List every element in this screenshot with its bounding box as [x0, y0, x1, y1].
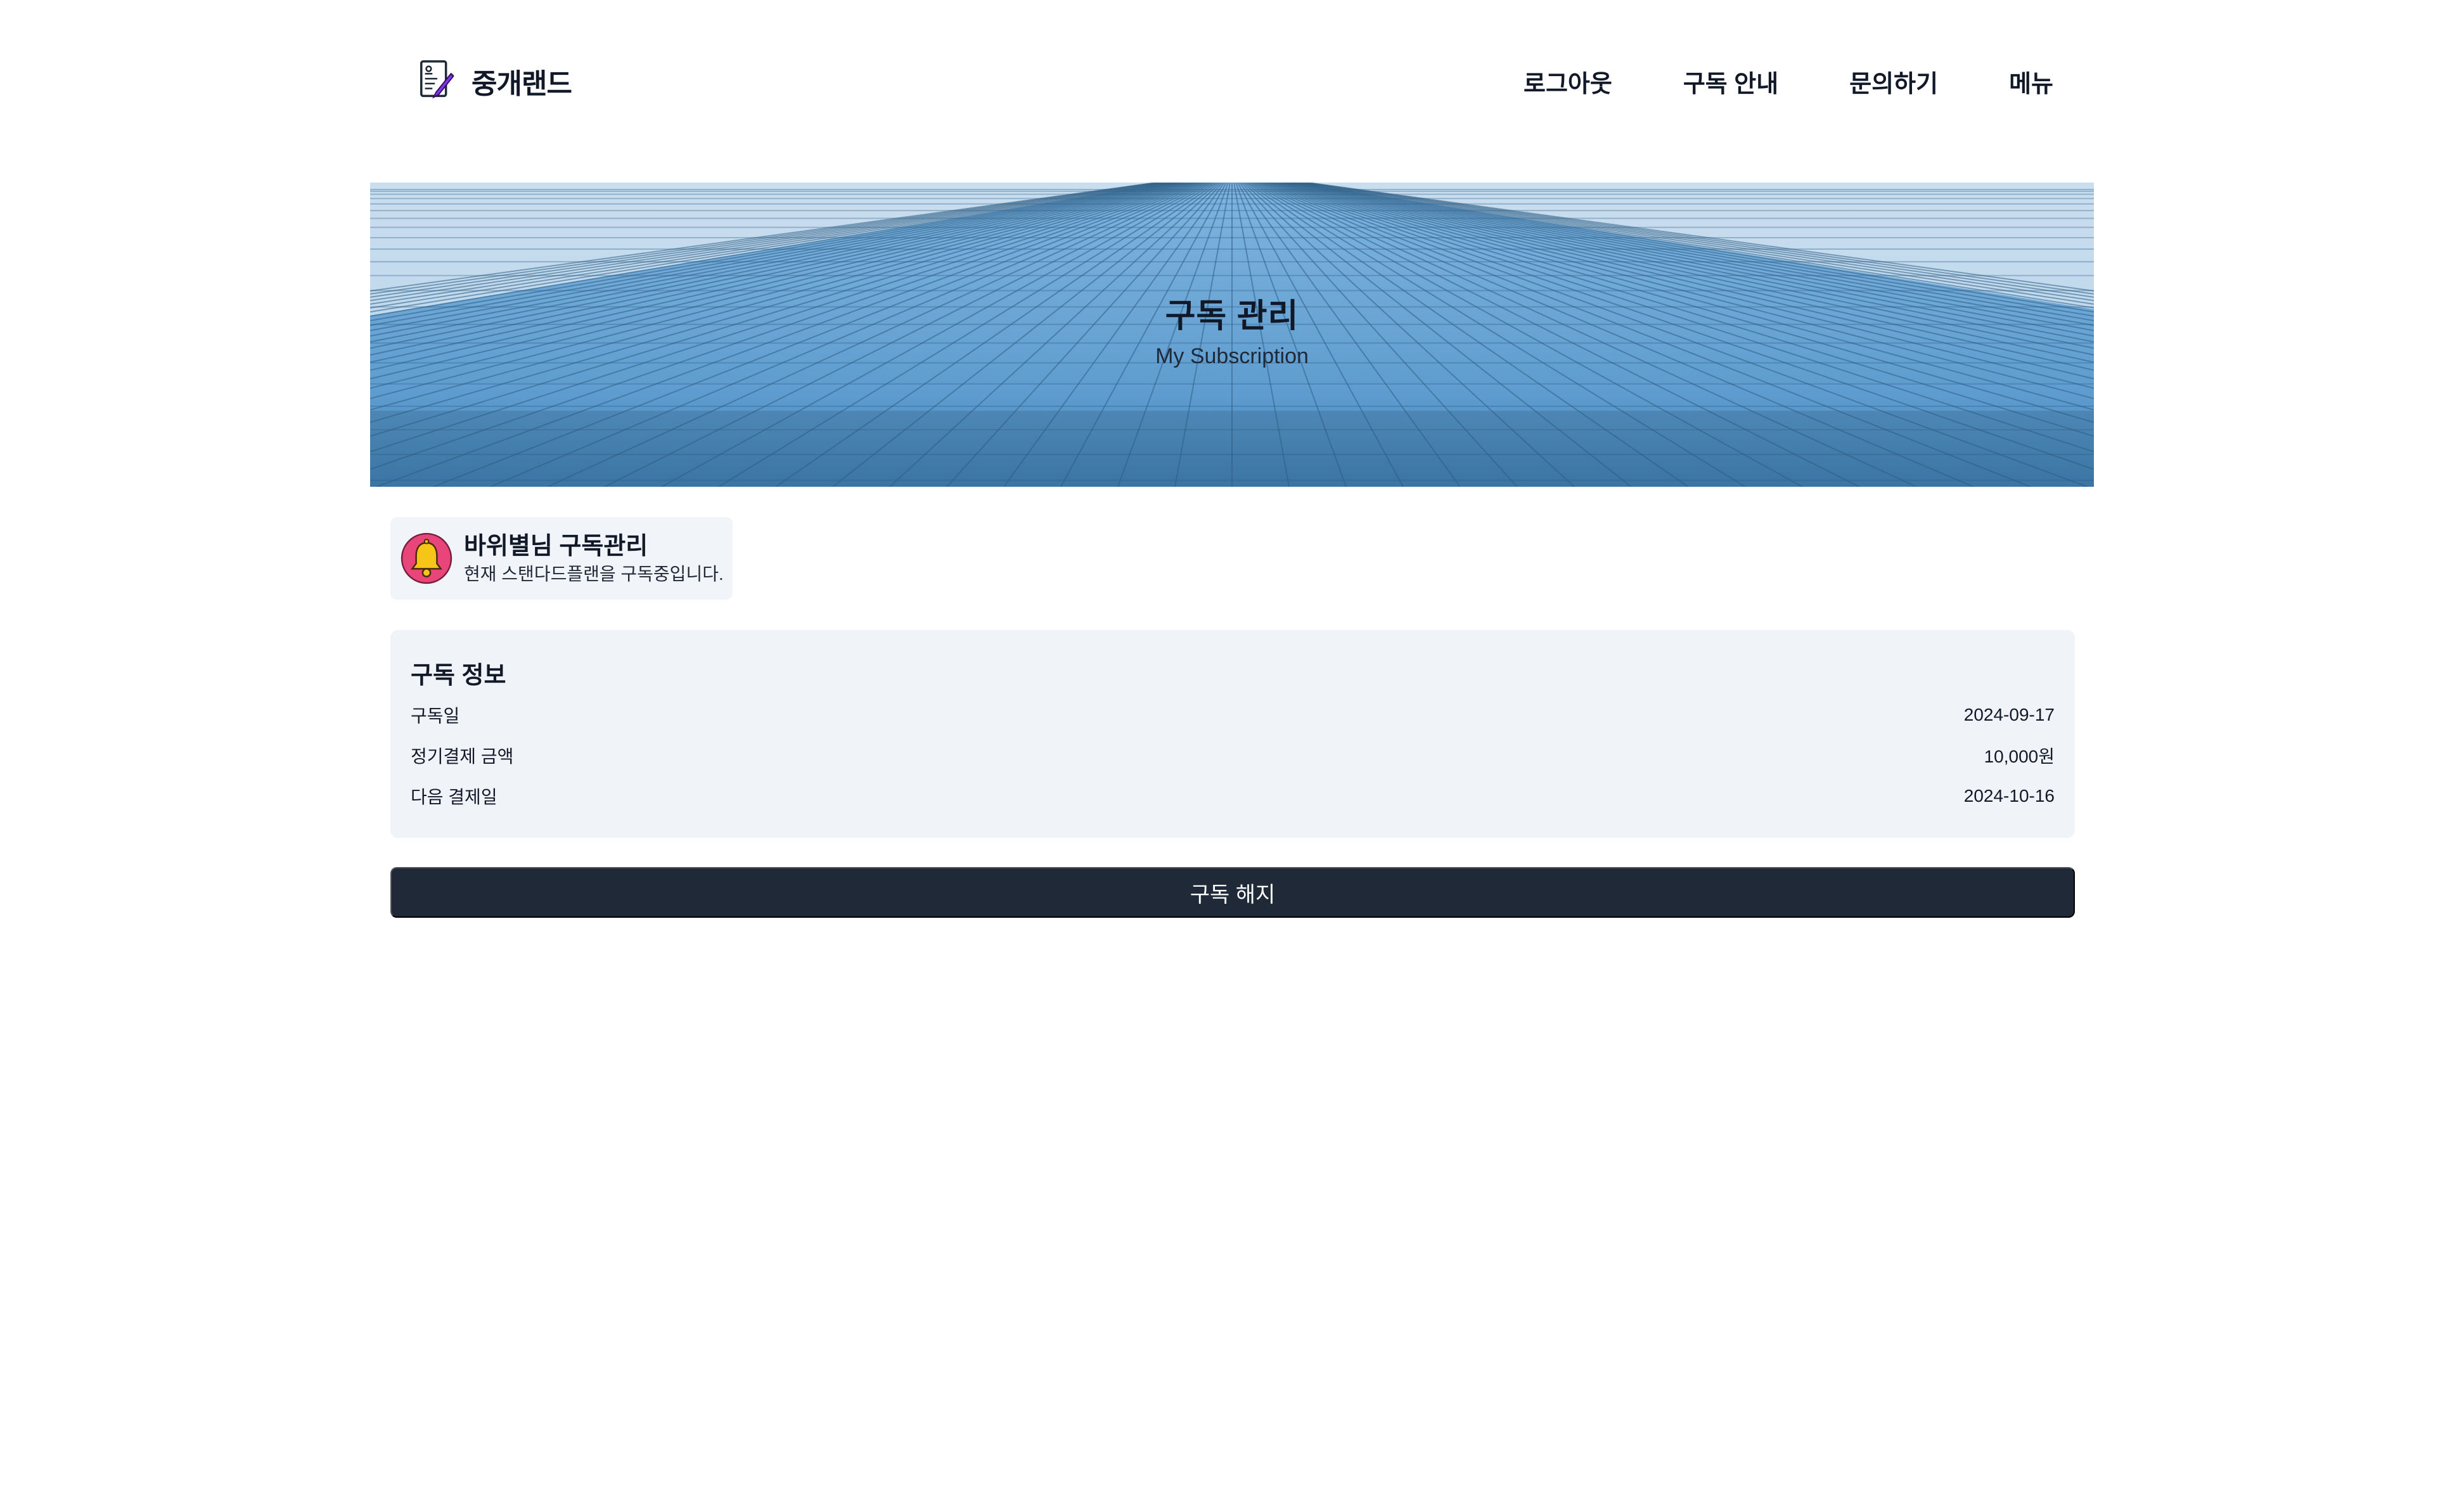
logo-text: 중개랜드 [472, 68, 572, 100]
subscription-info-title: 구독 정보 [411, 662, 506, 689]
info-label: 다음 결제일 [411, 787, 497, 807]
page-title: 구독 관리 [1165, 298, 1299, 335]
page-subtitle: My Subscription [1155, 344, 1309, 368]
document-pen-icon [420, 60, 454, 99]
info-label: 정기결제 금액 [411, 747, 514, 766]
info-value: 2024-10-16 [1963, 786, 2055, 806]
info-label: 구독일 [411, 706, 460, 726]
nav-menu[interactable]: 메뉴 [2009, 64, 2053, 99]
profile-name: 바위별님 구독관리 [464, 533, 648, 560]
info-value: 2024-09-17 [1963, 705, 2055, 724]
info-row-next-payment: 다음 결제일 2024-10-16 [411, 783, 2055, 809]
info-row-payment-amount: 정기결제 금액 10,000원 [411, 743, 2055, 768]
info-row-start-date: 구독일 2024-09-17 [411, 702, 2055, 728]
main-nav: 로그아웃 구독 안내 문의하기 메뉴 [1524, 61, 2053, 101]
hero-banner: 구독 관리 My Subscription [370, 183, 2094, 487]
profile-description: 현재 스탠다드플랜을 구독중입니다. [464, 564, 724, 584]
nav-contact[interactable]: 문의하기 [1849, 64, 1938, 99]
info-value: 10,000원 [1984, 747, 2055, 766]
profile-text: 바위별님 구독관리 현재 스탠다드플랜을 구독중입니다. [464, 530, 724, 586]
subscription-info-card: 구독 정보 구독일 2024-09-17 정기결제 금액 10,000원 다음 … [390, 630, 2075, 838]
logo[interactable]: 중개랜드 [418, 57, 572, 105]
site-header: 중개랜드 로그아웃 구독 안내 문의하기 메뉴 [0, 0, 2464, 162]
hero-text: 구독 관리 My Subscription [370, 294, 2094, 371]
profile-card: 바위별님 구독관리 현재 스탠다드플랜을 구독중입니다. [390, 517, 733, 600]
nav-logout[interactable]: 로그아웃 [1524, 64, 1612, 99]
nav-subscription-guide[interactable]: 구독 안내 [1683, 64, 1778, 99]
cancel-subscription-button[interactable]: 구독 해지 [390, 867, 2075, 918]
bell-icon [401, 532, 452, 584]
